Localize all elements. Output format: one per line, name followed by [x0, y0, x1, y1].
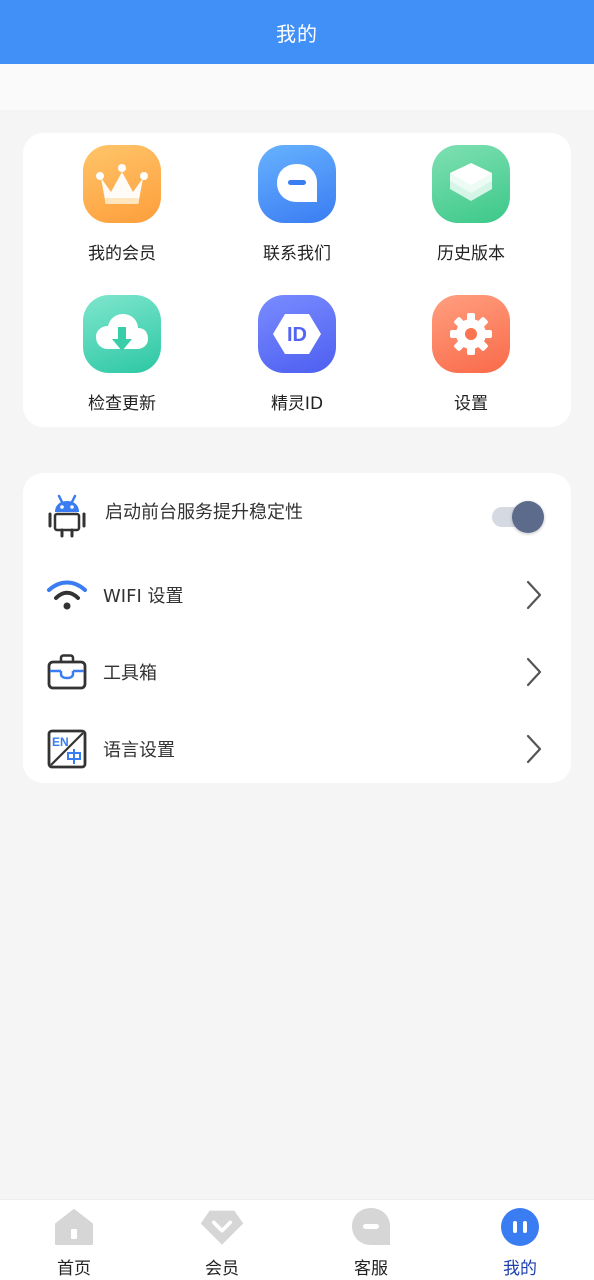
header-subbar [0, 64, 594, 110]
list-item-wifi[interactable]: WIFI 设置 [23, 556, 571, 634]
profile-icon [499, 1206, 541, 1248]
list-item-foreground-service: 启动前台服务提升稳定性 [23, 477, 571, 555]
chat-bubble-icon [350, 1206, 392, 1248]
chevron-right-icon [523, 579, 545, 611]
app-root: 我的 我的会员 联系我们 历史版本 检查更新 ID 精灵ID 设置 启动前台服务… [0, 0, 594, 1280]
layers-icon [432, 145, 510, 223]
feature-grid: 我的会员 联系我们 历史版本 检查更新 ID 精灵ID 设置 [23, 133, 571, 427]
nav-label: 客服 [354, 1259, 388, 1279]
list-item-label: WIFI 设置 [103, 586, 184, 607]
foreground-service-toggle[interactable] [492, 501, 544, 533]
nav-tab-mine[interactable]: 我的 [446, 1200, 594, 1280]
grid-label: 联系我们 [263, 244, 331, 264]
bottom-nav: 首页 会员 客服 我的 [0, 1199, 594, 1280]
nav-label: 会员 [205, 1259, 239, 1279]
grid-item-sprite-id[interactable]: ID 精灵ID [210, 295, 384, 425]
nav-tab-membership[interactable]: 会员 [148, 1200, 296, 1280]
settings-list: 启动前台服务提升稳定性 WIFI 设置 工具箱 EN 语言设置 [23, 473, 571, 783]
crown-icon [83, 145, 161, 223]
gear-icon [432, 295, 510, 373]
home-icon [53, 1206, 95, 1248]
list-item-label: 启动前台服务提升稳定性 [105, 502, 303, 523]
chat-bubble-icon [258, 145, 336, 223]
cloud-download-icon [83, 295, 161, 373]
grid-label: 精灵ID [270, 394, 324, 414]
list-item-toolbox[interactable]: 工具箱 [23, 633, 571, 711]
nav-tab-home[interactable]: 首页 [0, 1200, 148, 1280]
grid-item-settings[interactable]: 设置 [384, 295, 558, 425]
grid-item-check-update[interactable]: 检查更新 [35, 295, 209, 425]
page-title: 我的 [276, 21, 318, 46]
id-badge-icon: ID [258, 295, 336, 373]
toggle-knob [512, 501, 544, 533]
language-icon: EN [45, 727, 89, 771]
grid-label: 历史版本 [437, 244, 505, 264]
grid-label: 设置 [454, 394, 488, 414]
list-item-label: 工具箱 [103, 663, 157, 684]
grid-item-history[interactable]: 历史版本 [384, 145, 558, 275]
grid-item-contact[interactable]: 联系我们 [210, 145, 384, 275]
nav-label: 我的 [503, 1259, 537, 1279]
grid-item-membership[interactable]: 我的会员 [35, 145, 209, 275]
wifi-icon [45, 573, 89, 617]
list-item-language[interactable]: EN 语言设置 [23, 710, 571, 788]
grid-label: 我的会员 [88, 244, 156, 264]
diamond-icon [201, 1206, 243, 1248]
list-item-label: 语言设置 [103, 740, 175, 761]
toolbox-icon [45, 650, 89, 694]
android-robot-icon [45, 494, 89, 538]
grid-label: 检查更新 [88, 394, 156, 414]
svg-text:EN: EN [52, 735, 69, 749]
chevron-right-icon [523, 656, 545, 688]
nav-tab-customer-service[interactable]: 客服 [297, 1200, 445, 1280]
nav-label: 首页 [57, 1259, 91, 1279]
id-badge-text: ID [287, 324, 307, 346]
chevron-right-icon [523, 733, 545, 765]
header-bar: 我的 [0, 0, 594, 64]
